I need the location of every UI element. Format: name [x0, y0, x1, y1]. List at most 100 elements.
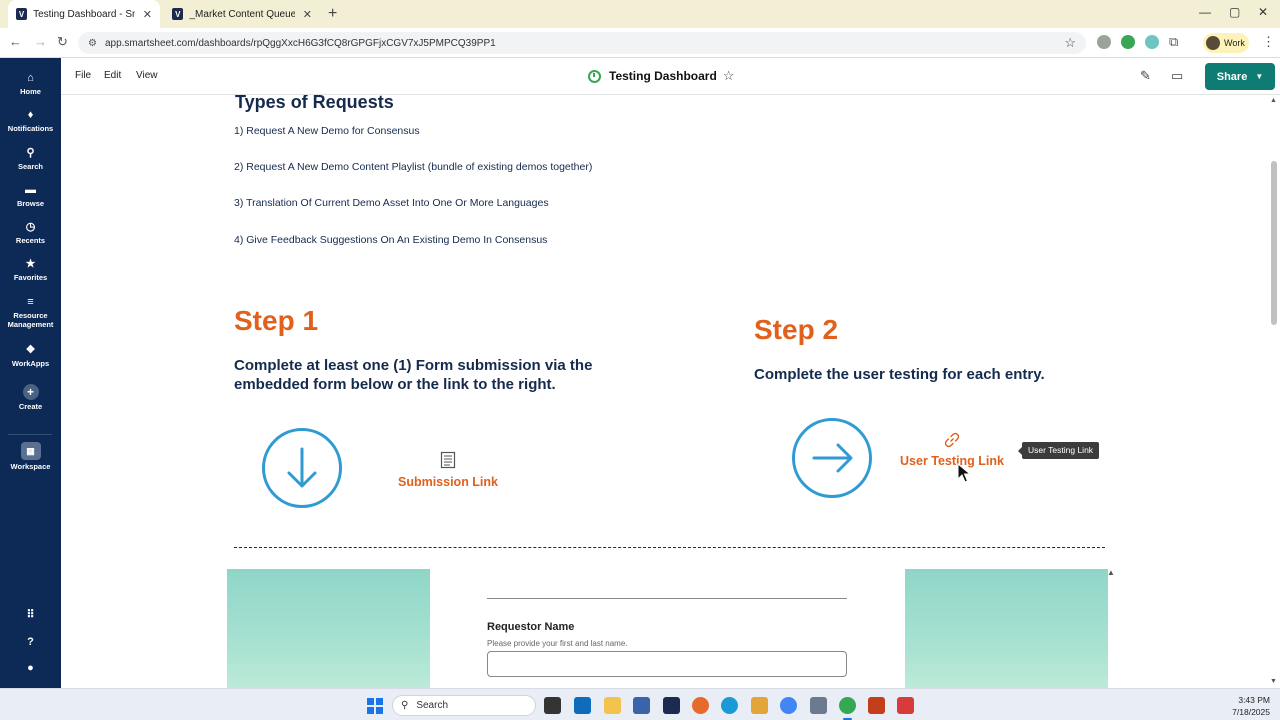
browser-tab-strip: V Testing Dashboard - Smartshee ✕ V _Mar… — [0, 0, 1280, 28]
dashboard-clock-icon — [588, 69, 601, 83]
user-icon: ● — [27, 662, 34, 674]
profile-label: Work — [1224, 38, 1245, 48]
system-clock[interactable]: 3:43 PM 7/18/2025 — [1222, 694, 1270, 718]
chevron-down-icon: ▼ — [1255, 72, 1264, 81]
slack-icon[interactable] — [751, 697, 768, 714]
edit-pencil-icon[interactable]: ✎ — [1140, 68, 1151, 84]
edge-icon[interactable] — [721, 697, 738, 714]
tab-close-icon[interactable]: ✕ — [143, 8, 152, 21]
nav-label: Favorites — [13, 273, 48, 282]
browser-tab-testing-dashboard[interactable]: V Testing Dashboard - Smartshee ✕ — [8, 0, 160, 28]
window-close-icon[interactable]: ✕ — [1258, 5, 1268, 19]
nav-label: WorkApps — [11, 359, 50, 368]
menu-file[interactable]: File — [75, 70, 91, 81]
reload-icon[interactable]: ↻ — [57, 34, 68, 50]
form-scroll-up-icon[interactable]: ▲ — [1107, 568, 1115, 577]
nav-item-notifications[interactable]: ♦ Notifications — [0, 108, 61, 133]
nav-item-create[interactable]: + Create — [0, 384, 61, 411]
minimize-icon[interactable]: — — [1199, 5, 1211, 19]
extension-icon[interactable] — [1097, 35, 1111, 49]
powerpoint-icon[interactable] — [868, 697, 885, 714]
present-icon[interactable]: ▭ — [1171, 68, 1183, 84]
plus-icon: + — [22, 384, 39, 400]
app-icon[interactable] — [897, 697, 914, 714]
right-arrow-icon — [792, 418, 872, 498]
page-scrollbar[interactable]: ▲ ▼ — [1268, 95, 1280, 688]
nav-item-browse[interactable]: ▬ Browse — [0, 183, 61, 208]
smartsheet-app-icon[interactable] — [663, 697, 680, 714]
nav-label: Create — [18, 402, 43, 411]
firefox-icon[interactable] — [692, 697, 709, 714]
nav-item-workapps[interactable]: ❖ WorkApps — [0, 343, 61, 368]
app-launcher-button[interactable]: ⠿ — [0, 608, 61, 624]
extensions-puzzle-icon[interactable]: ⧉ — [1169, 34, 1178, 50]
step2-title: Step 2 — [754, 314, 839, 345]
nav-item-resource-management[interactable]: ≡ Resource Management — [0, 295, 61, 329]
left-navigation: ⌂ Home ♦ Notifications ⚲ Search ▬ Browse… — [0, 58, 61, 688]
menu-view[interactable]: View — [136, 70, 158, 81]
nav-divider — [8, 434, 52, 435]
nav-label: Resource Management — [7, 311, 54, 329]
nav-label: Home — [20, 87, 41, 96]
scroll-down-icon[interactable]: ▼ — [1270, 678, 1277, 685]
new-tab-icon[interactable]: + — [328, 5, 337, 23]
extension-icon[interactable] — [1145, 35, 1159, 49]
bookmark-star-icon[interactable]: ☆ — [1064, 35, 1076, 51]
tab-title: Testing Dashboard - Smartshee — [33, 8, 135, 20]
browser-tab-market-content-queue[interactable]: V _Market Content Queue - NA C ✕ — [164, 0, 320, 28]
nav-item-favorites[interactable]: ★ Favorites — [0, 257, 61, 282]
submission-link[interactable]: Submission Link — [396, 451, 500, 491]
workspace-icon: ▦ — [20, 442, 41, 460]
document-icon — [440, 451, 456, 469]
task-view-icon[interactable] — [544, 697, 561, 714]
requestor-name-input[interactable] — [487, 651, 847, 677]
share-button[interactable]: Share ▼ — [1205, 63, 1275, 90]
search-icon: ⚲ — [26, 147, 35, 159]
account-button[interactable]: ● — [0, 661, 61, 677]
clock-date: 7/18/2025 — [1232, 707, 1270, 717]
back-arrow-icon[interactable]: ← — [9, 34, 22, 49]
evernote-extension-icon[interactable] — [1121, 35, 1135, 49]
chrome-work-profile-icon[interactable] — [839, 697, 856, 720]
windows-start-icon[interactable] — [367, 698, 383, 714]
section-divider — [234, 547, 1105, 548]
submission-link-label: Submission Link — [397, 475, 498, 489]
help-icon: ? — [27, 636, 34, 648]
tab-title: _Market Content Queue - NA C — [189, 8, 295, 20]
nav-item-search[interactable]: ⚲ Search — [0, 146, 61, 171]
tab-close-icon[interactable]: ✕ — [303, 8, 312, 21]
taskbar-search[interactable]: ⚲ Search — [392, 695, 536, 716]
clock-time: 3:43 PM — [1238, 695, 1270, 705]
page-title: Testing Dashboard — [609, 69, 717, 83]
file-explorer-icon[interactable] — [604, 697, 621, 714]
workapps-icon: ❖ — [25, 344, 36, 356]
site-info-icon[interactable]: ⚙ — [88, 38, 97, 49]
tooltip: User Testing Link — [1017, 442, 1100, 459]
menu-edit[interactable]: Edit — [104, 70, 121, 81]
avatar — [1206, 36, 1220, 50]
user-testing-link[interactable]: User Testing Link — [896, 432, 1008, 470]
app-icon[interactable] — [633, 697, 650, 714]
outlook-icon[interactable] — [574, 697, 591, 714]
chrome-icon[interactable] — [780, 697, 797, 714]
scrollbar-thumb[interactable] — [1271, 161, 1277, 325]
nav-item-home[interactable]: ⌂ Home — [0, 71, 61, 96]
request-item: 1) Request A New Demo for Consensus — [234, 125, 420, 137]
forward-arrow-icon[interactable]: → — [34, 34, 47, 49]
favorite-star-icon[interactable]: ☆ — [723, 68, 735, 84]
share-label: Share — [1216, 70, 1248, 83]
profile-chip[interactable]: Work — [1203, 33, 1249, 53]
maximize-icon[interactable]: ▢ — [1229, 5, 1240, 19]
url-text: app.smartsheet.com/dashboards/rpQggXxcH6… — [104, 37, 496, 49]
scroll-up-icon[interactable]: ▲ — [1270, 97, 1277, 104]
request-item: 2) Request A New Demo Content Playlist (… — [234, 161, 593, 173]
form-side-panel-right — [905, 569, 1108, 688]
nav-item-recents[interactable]: ◷ Recents — [0, 220, 61, 245]
resource-icon: ≡ — [27, 296, 34, 308]
request-item: 3) Translation Of Current Demo Asset Int… — [234, 197, 549, 209]
nav-item-workspace[interactable]: ▦ Workspace — [0, 442, 61, 471]
snipping-tool-icon[interactable] — [810, 697, 827, 714]
browser-menu-icon[interactable]: ⋮ — [1262, 34, 1275, 50]
help-button[interactable]: ? — [0, 635, 61, 651]
address-bar[interactable]: ⚙ app.smartsheet.com/dashboards/rpQggXxc… — [78, 32, 1086, 54]
